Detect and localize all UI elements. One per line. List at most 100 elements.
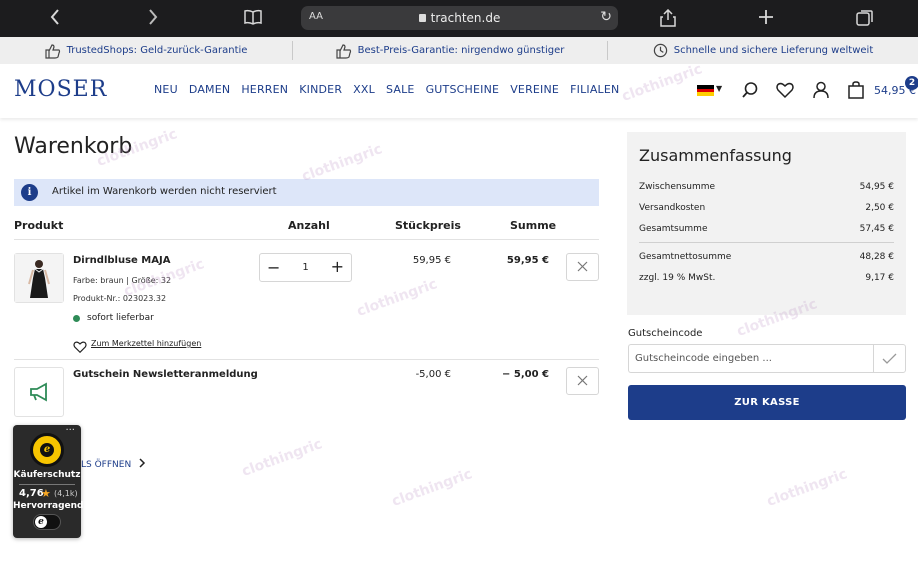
heart-icon[interactable] [73,338,87,357]
product-color-size: Farbe: braun | Größe: 32 [73,276,172,285]
lock-icon [418,14,426,22]
nav-item-neu[interactable]: NEU [154,83,178,96]
trusted-shops-logo-icon: e [35,516,47,528]
summary-label-subtotal: Zwischensumme [639,182,716,192]
back-icon[interactable] [45,9,65,29]
remove-item-button[interactable] [566,367,599,395]
chevron-right-icon [139,458,146,468]
column-header-quantity: Anzahl [288,219,330,232]
product-name: Gutschein Newsletteranmeldung [73,369,258,380]
checkout-button[interactable]: ZUR KASSE [628,385,906,420]
stock-status: sofort lieferbar [87,313,154,323]
summary-label-vat: zzgl. 19 % MwSt. [639,273,716,283]
browser-toolbar: AA trachten.de ↻ [0,0,918,37]
details-link-text: LS ÖFFNEN [81,460,132,470]
column-header-total: Summe [510,219,557,232]
stock-indicator [73,315,80,322]
notice-text: Artikel im Warenkorb werden nicht reserv… [52,186,277,197]
heart-icon[interactable] [776,81,794,103]
trust-item-best-price: Best-Preis-Garantie: nirgendwo günstiger [293,37,607,64]
address-bar[interactable]: AA trachten.de ↻ [301,6,618,30]
summary-divider [639,242,894,243]
clock-icon [653,43,667,58]
coupon-input[interactable] [628,344,874,373]
apply-coupon-button[interactable] [873,344,906,373]
voucher-image [14,367,64,417]
trust-item-delivery: Schnelle und sichere Lieferung weltweit [608,37,918,64]
search-icon[interactable] [742,81,760,103]
new-tab-icon[interactable] [756,9,776,29]
page-title: Warenkorb [14,134,133,159]
coupon-label: Gutscheincode [628,328,703,339]
nav-item-sale[interactable]: SALE [386,83,415,96]
trust-text: TrustedShops: Geld-zurück-Garantie [66,45,248,56]
summary-label-net: Gesamtnettosumme [639,252,732,262]
column-header-product: Produkt [14,219,64,232]
cart-count-badge: 2 [905,76,918,90]
trust-text: Schnelle und sichere Lieferung weltweit [673,45,874,56]
summary-value-net: 48,28 € [859,252,894,262]
megaphone-icon [30,382,47,402]
shopping-bag-icon[interactable] [847,81,865,103]
tabs-overview-icon[interactable] [855,9,875,29]
divider [14,239,599,240]
watermark: clothingric [239,436,325,480]
badge-verdict: Hervorragend [13,501,84,511]
summary-value-subtotal: 54,95 € [859,182,894,192]
badge-divider [19,484,75,485]
trust-item-money-back: TrustedShops: Geld-zurück-Garantie [0,37,292,64]
summary-label-total: Gesamtsumme [639,224,708,234]
remove-item-button[interactable] [566,253,599,281]
star-icon: ★ [41,487,51,500]
thumbs-up-icon [336,43,351,59]
trust-bar: TrustedShops: Geld-zurück-Garantie Best-… [0,37,918,64]
increase-quantity-button[interactable]: + [331,257,344,276]
nav-item-herren[interactable]: HERREN [241,83,288,96]
summary-label-shipping: Versandkosten [639,203,706,213]
close-icon [577,261,588,272]
forward-icon[interactable] [143,9,163,29]
product-number: Produkt-Nr.: 023023.32 [73,294,167,303]
more-icon[interactable]: ··· [65,425,75,436]
summary-title: Zusammenfassung [639,146,792,165]
moser-logo[interactable]: MOSER [14,77,107,102]
summary-value-shipping: 2,50 € [865,203,894,213]
share-icon[interactable] [658,8,678,29]
nav-item-gutscheine[interactable]: GUTSCHEINE [426,83,500,96]
german-flag-icon[interactable] [697,85,714,96]
badge-toggle[interactable]: e [33,514,61,530]
url-text: trachten.de [301,11,618,25]
product-image[interactable] [14,253,64,303]
site-header: MOSER NEU DAMEN HERREN KINDER XXL SALE G… [0,64,918,118]
caret-down-icon[interactable]: ▼ [716,84,722,93]
summary-value-vat: 9,17 € [865,273,894,283]
close-icon [577,375,588,386]
info-icon: i [21,184,38,201]
quantity-stepper: − 1 + [259,253,352,282]
unit-price: 59,95 € [412,255,451,266]
product-name[interactable]: Dirndlbluse MAJA [73,255,170,266]
badge-rating: 4,76 [19,488,44,499]
notice-banner: i Artikel im Warenkorb werden nicht rese… [14,179,599,206]
nav-item-xxl[interactable]: XXL [353,83,375,96]
user-icon[interactable] [812,81,830,103]
line-total: − 5,00 € [502,369,549,380]
reload-icon[interactable]: ↻ [600,9,612,25]
watermark: clothingric [389,466,475,510]
order-summary: Zusammenfassung Zwischensumme 54,95 € Ve… [627,132,906,315]
nav-item-filialen[interactable]: FILIALEN [570,83,619,96]
watermark: clothingric [354,276,440,320]
open-details-link[interactable]: LS ÖFFNEN [81,457,146,470]
checkmark-icon [882,353,897,364]
nav-item-kinder[interactable]: KINDER [299,83,342,96]
unit-price: -5,00 € [415,369,451,380]
add-to-wishlist-link[interactable]: Zum Merkzettel hinzufügen [91,339,201,348]
url-domain: trachten.de [430,11,501,25]
bookmarks-icon[interactable] [243,9,263,29]
thumbs-up-icon [44,43,60,59]
nav-item-vereine[interactable]: VEREINE [510,83,559,96]
nav-item-damen[interactable]: DAMEN [189,83,230,96]
trusted-shops-seal-icon: e [30,433,64,467]
summary-value-total: 57,45 € [859,224,894,234]
watermark: clothingric [764,466,850,510]
